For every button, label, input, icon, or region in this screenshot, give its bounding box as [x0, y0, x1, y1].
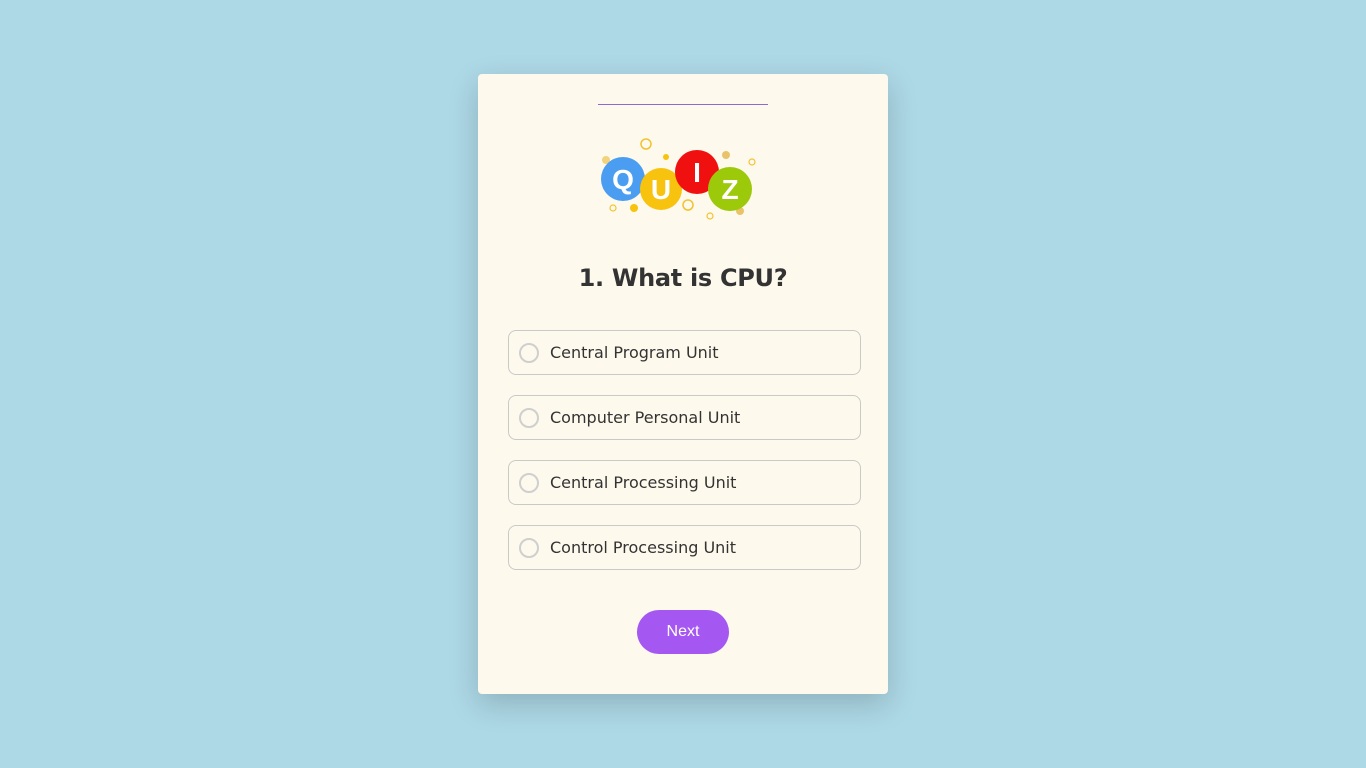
- quiz-card: Q U I Z 1. What is CPU? Central Program …: [478, 74, 888, 694]
- answer-option-label: Computer Personal Unit: [550, 408, 741, 427]
- quiz-logo: Q U I Z: [601, 138, 756, 220]
- logo-letter-z: Z: [721, 174, 738, 205]
- bubble-decor: [630, 204, 638, 212]
- bubble-decor: [748, 158, 756, 166]
- bubble-decor: [682, 199, 694, 211]
- answer-option-2[interactable]: Computer Personal Unit: [508, 395, 861, 440]
- top-divider: [598, 104, 768, 105]
- answer-option-label: Central Program Unit: [550, 343, 719, 362]
- logo-letter-q: Q: [612, 164, 634, 195]
- logo-letter-i: I: [693, 157, 701, 188]
- bubble-decor: [663, 154, 669, 160]
- next-button[interactable]: Next: [637, 610, 729, 654]
- answer-option-3[interactable]: Central Processing Unit: [508, 460, 861, 505]
- radio-circle-icon[interactable]: [519, 537, 539, 558]
- answer-option-label: Control Processing Unit: [550, 538, 737, 557]
- answer-options: Central Program Unit Computer Personal U…: [508, 330, 861, 590]
- logo-letter-u: U: [651, 174, 671, 205]
- bubble-decor: [722, 151, 730, 159]
- question-text: 1. What is CPU?: [578, 264, 788, 292]
- bubble-decor: [706, 212, 714, 220]
- bubble-decor: [640, 138, 652, 150]
- radio-circle-icon[interactable]: [519, 407, 539, 428]
- bubble-decor: [609, 204, 617, 212]
- radio-circle-icon[interactable]: [519, 342, 539, 363]
- answer-option-1[interactable]: Central Program Unit: [508, 330, 861, 375]
- answer-option-4[interactable]: Control Processing Unit: [508, 525, 861, 570]
- radio-circle-icon[interactable]: [519, 472, 539, 493]
- answer-option-label: Central Processing Unit: [550, 473, 737, 492]
